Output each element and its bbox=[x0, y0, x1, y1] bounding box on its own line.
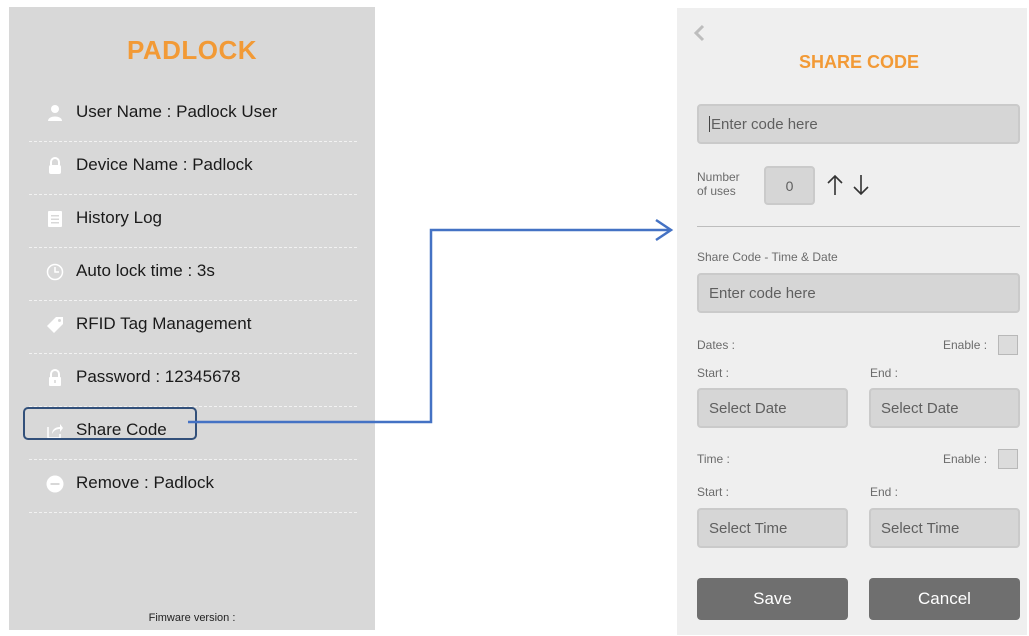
arrow-up-icon[interactable] bbox=[826, 173, 844, 197]
time-end-label: End : bbox=[870, 485, 899, 499]
dates-enable-label: Enable : bbox=[943, 338, 988, 352]
arrow-down-icon[interactable] bbox=[852, 173, 870, 197]
cancel-button[interactable]: Cancel bbox=[869, 578, 1020, 620]
end-date-placeholder: Select Date bbox=[881, 399, 959, 417]
dates-enable-checkbox[interactable] bbox=[998, 335, 1018, 355]
end-date-select[interactable]: Select Date bbox=[869, 388, 1020, 428]
dates-start-label: Start : bbox=[697, 366, 730, 380]
save-button[interactable]: Save bbox=[697, 578, 848, 620]
uses-count-field[interactable]: 0 bbox=[764, 166, 815, 205]
share-code-screen: SHARE CODE Enter code here Number of use… bbox=[677, 8, 1027, 635]
uses-label: Number of uses bbox=[697, 170, 740, 198]
end-time-select[interactable]: Select Time bbox=[869, 508, 1020, 548]
uses-label-line2: of uses bbox=[697, 184, 736, 198]
code-input[interactable]: Enter code here bbox=[697, 104, 1020, 144]
start-time-select[interactable]: Select Time bbox=[697, 508, 848, 548]
dates-end-label: End : bbox=[870, 366, 899, 380]
back-chevron-icon[interactable] bbox=[693, 24, 705, 42]
start-date-placeholder: Select Date bbox=[709, 399, 787, 417]
time-start-label: Start : bbox=[697, 485, 730, 499]
time-enable-label: Enable : bbox=[943, 452, 988, 466]
uses-count-value: 0 bbox=[785, 177, 794, 194]
dates-label: Dates : bbox=[697, 338, 736, 352]
end-time-placeholder: Select Time bbox=[881, 519, 960, 537]
start-time-placeholder: Select Time bbox=[709, 519, 788, 537]
text-cursor bbox=[709, 116, 710, 132]
time-enable-checkbox[interactable] bbox=[998, 449, 1018, 469]
time-label: Time : bbox=[697, 452, 730, 466]
uses-label-line1: Number bbox=[697, 170, 740, 184]
time-date-label: Share Code - Time & Date bbox=[697, 250, 838, 264]
time-date-input-placeholder: Enter code here bbox=[709, 284, 816, 302]
page-title: SHARE CODE bbox=[798, 52, 919, 72]
code-input-placeholder: Enter code here bbox=[711, 115, 818, 133]
start-date-select[interactable]: Select Date bbox=[697, 388, 848, 428]
time-date-code-input[interactable]: Enter code here bbox=[697, 273, 1020, 313]
section-divider bbox=[697, 226, 1020, 227]
